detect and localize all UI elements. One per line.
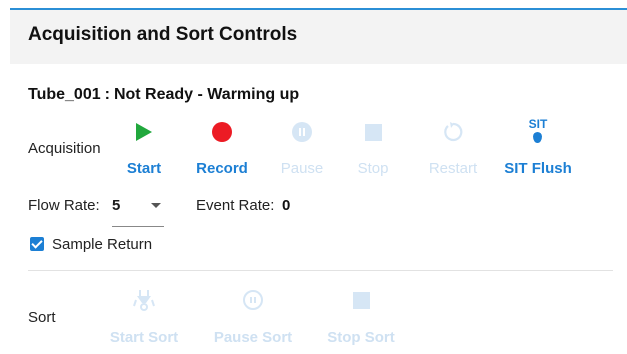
acquisition-label: Acquisition (28, 140, 101, 157)
status-separator: : (104, 86, 110, 103)
event-rate-value: 0 (282, 197, 291, 214)
pause-icon (243, 290, 263, 310)
sample-return-checkbox[interactable] (30, 237, 44, 251)
panel-header: Acquisition and Sort Controls (10, 10, 627, 64)
pause-icon (292, 122, 312, 142)
pause-sort-label: Pause Sort (213, 329, 293, 346)
section-divider (28, 270, 613, 271)
stop-icon (352, 291, 370, 309)
record-icon (212, 122, 232, 142)
sit-flush-label: SIT Flush (504, 160, 572, 177)
flow-rate-label: Flow Rate: (28, 197, 100, 214)
sit-icon-text: SIT (528, 116, 548, 131)
event-rate-label: Event Rate: (196, 197, 275, 214)
play-icon (136, 123, 152, 141)
stop-icon (364, 123, 382, 141)
droplet-icon (533, 131, 543, 143)
tube-status: Tube_001: Not Ready - Warming up (28, 86, 299, 104)
start-sort-label: Start Sort (109, 329, 179, 346)
tube-name: Tube_001 (28, 86, 101, 103)
panel-title: Acquisition and Sort Controls (28, 24, 298, 45)
flow-rate-value: 5 (112, 197, 121, 214)
sort-label: Sort (28, 309, 56, 326)
sample-return-label: Sample Return (52, 236, 153, 253)
sit-flush-icon: SIT (528, 116, 548, 143)
sort-nozzle-icon (133, 290, 155, 311)
chevron-down-icon (151, 203, 161, 208)
stop-sort-label: Stop Sort (327, 329, 395, 346)
flow-rate-dropdown[interactable]: 5 (112, 192, 164, 227)
restart-icon (444, 122, 463, 142)
tube-state: Not Ready - Warming up (113, 86, 300, 103)
